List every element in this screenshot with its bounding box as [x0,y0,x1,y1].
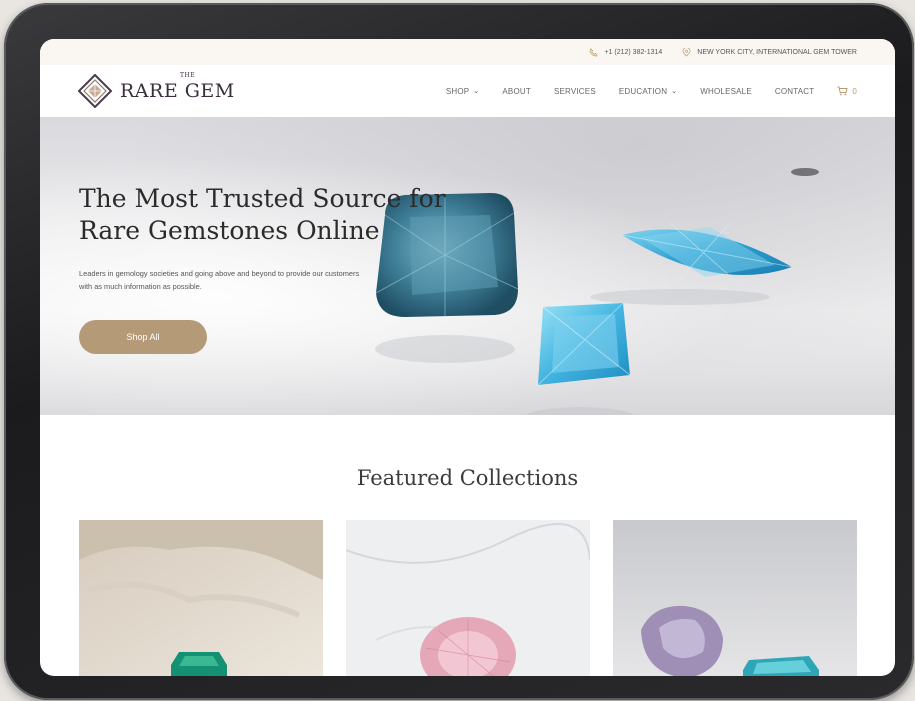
logo-name: RARE GEM [120,80,235,102]
cart-count: 0 [852,86,857,96]
site-logo[interactable]: THE RARE GEM [78,72,235,108]
nav-item-education-label: EDUCATION [618,86,668,96]
nav-item-contact-label: CONTACT [774,86,815,96]
tablet-frame: +1 (212) 382-1314 NEW YORK CITY, INTERNA… [4,3,914,700]
diamond-logo-icon [78,74,112,108]
nav-item-about[interactable]: ABOUT [502,87,531,96]
phone-contact[interactable]: +1 (212) 382-1314 [589,47,662,57]
phone-icon [589,47,599,56]
collection-card-sapphire[interactable] [613,520,857,676]
nav-item-education[interactable]: EDUCATION ⌄ [619,87,677,96]
sapphire-collection-image [613,520,857,676]
browser-screen: +1 (212) 382-1314 NEW YORK CITY, INTERNA… [40,39,895,676]
featured-collections-heading: Featured Collections [356,466,579,490]
hero-subtitle: Leaders in gemology societies and going … [79,269,360,291]
nav-item-wholesale-label: WHOLESALE [700,86,752,96]
nav-item-shop[interactable]: SHOP ⌄ [446,87,480,96]
logo-text: THE RARE GEM [120,72,235,102]
pink-gem-collection-image [346,520,590,676]
main-nav: THE RARE GEM SHOP ⌄ ABOUT SERVICES EDUCA… [40,65,895,117]
nav-item-wholesale[interactable]: WHOLESALE [700,87,752,96]
location-pin-icon [682,47,691,57]
location-text: NEW YORK CITY, INTERNATIONAL GEM TOWER [697,48,857,56]
logo-the: THE [180,72,196,79]
cart-button[interactable]: 0 [837,86,857,96]
cart-icon [837,86,848,96]
nav-item-contact[interactable]: CONTACT [775,87,814,96]
chevron-down-icon: ⌄ [473,88,480,95]
hero-title: The Most Trusted Source for Rare Gemston… [79,184,446,245]
collection-card-emerald[interactable] [79,520,323,676]
nav-item-services-label: SERVICES [553,86,596,96]
nav-item-shop-label: SHOP [445,86,470,96]
emerald-collection-image [79,520,323,676]
featured-collections-grid [79,520,857,676]
chevron-down-icon: ⌄ [671,88,678,95]
hero-gemstones-image [375,168,819,415]
top-info-bar: +1 (212) 382-1314 NEW YORK CITY, INTERNA… [40,39,895,65]
shop-all-button[interactable]: Shop All [79,320,207,354]
phone-number[interactable]: +1 (212) 382-1314 [604,49,662,56]
hero-banner: The Most Trusted Source for Rare Gemston… [40,117,895,415]
nav-menu: SHOP ⌄ ABOUT SERVICES EDUCATION ⌄ WHOLES… [446,86,857,96]
nav-item-about-label: ABOUT [502,86,531,96]
nav-item-services[interactable]: SERVICES [554,87,596,96]
collection-card-spinel[interactable] [346,520,590,676]
location-info: NEW YORK CITY, INTERNATIONAL GEM TOWER [682,47,857,57]
